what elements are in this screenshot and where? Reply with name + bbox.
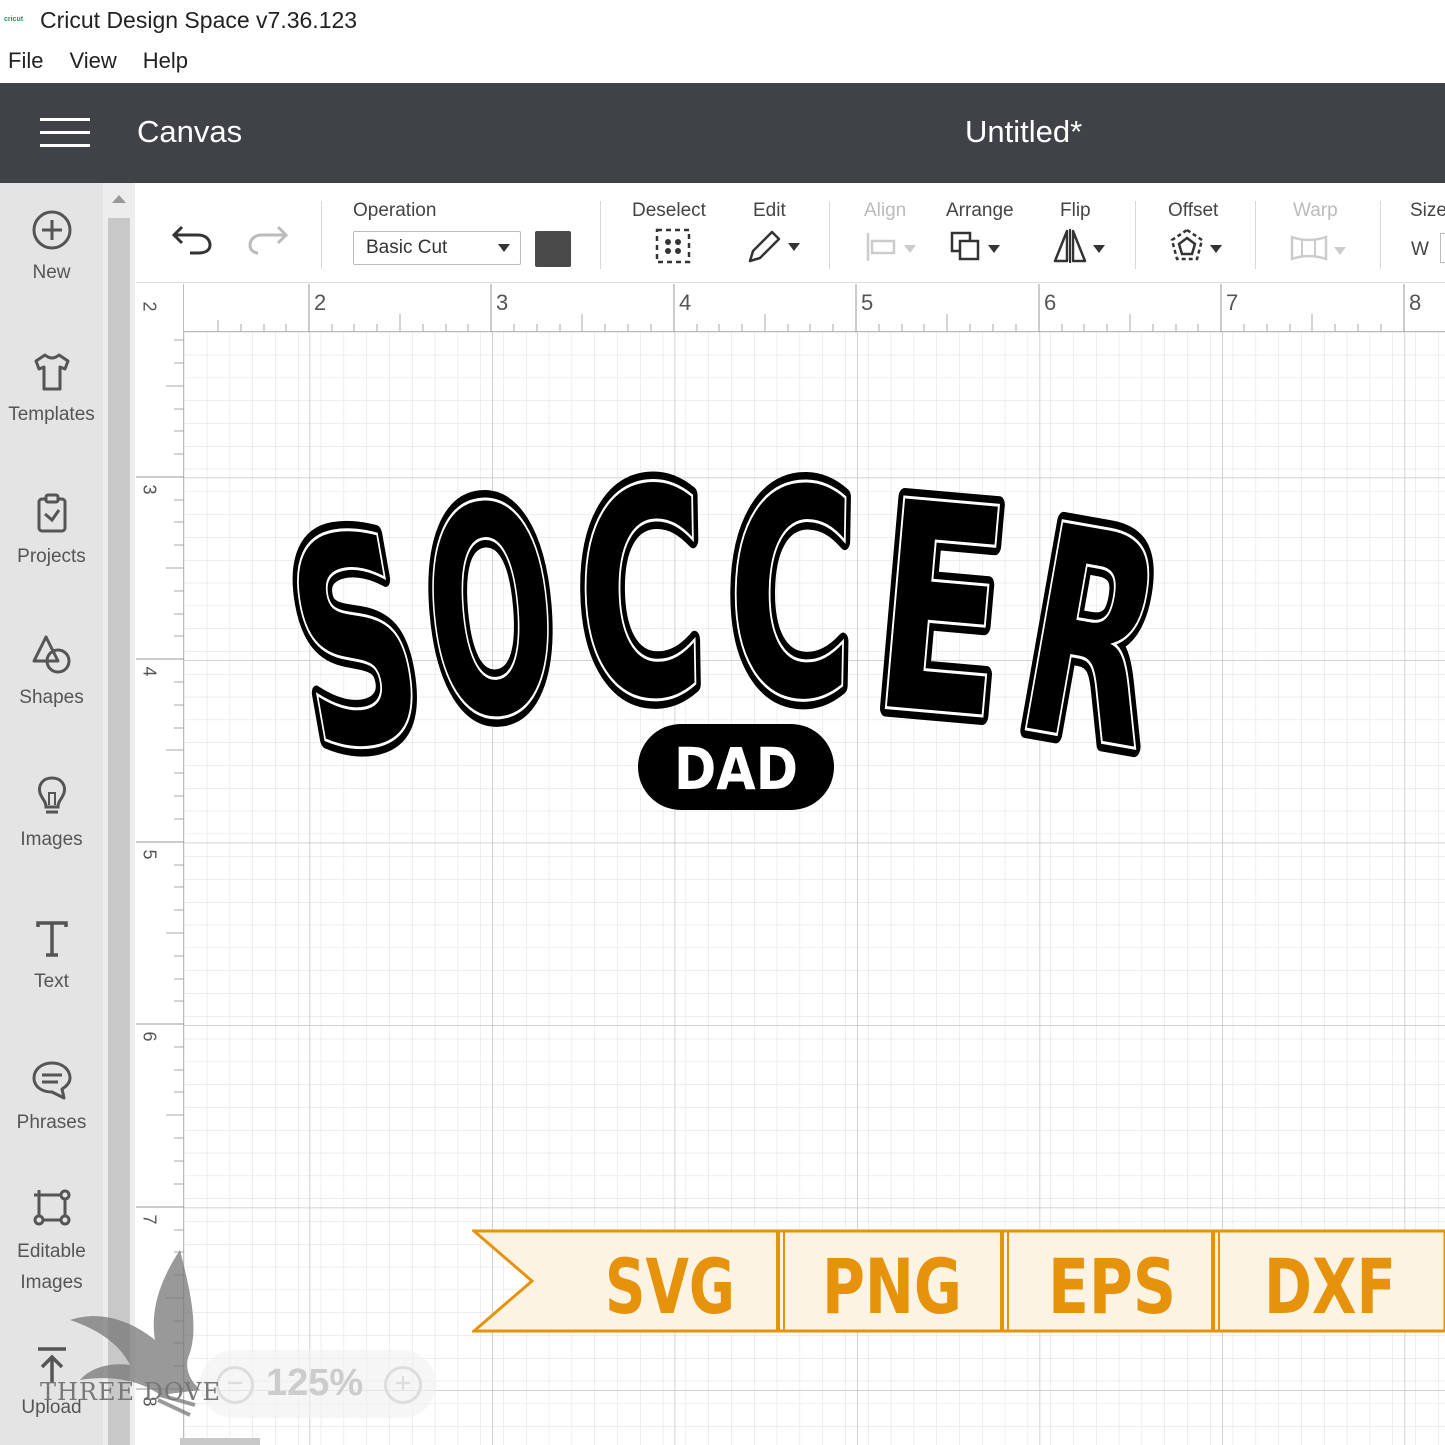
edit-pencil-icon[interactable] — [746, 227, 804, 265]
text-t-icon — [35, 921, 68, 957]
ruler-left-label: 4 — [139, 666, 160, 677]
sidebar-item-label: Text — [34, 971, 69, 992]
ruler-left-label: 7 — [139, 1214, 160, 1225]
operation-label: Operation — [353, 200, 437, 221]
watermark-text: THREE DOVE — [40, 1378, 222, 1406]
size-width-label: W — [1411, 239, 1429, 260]
design-letter: C — [574, 434, 708, 766]
redo-icon[interactable] — [246, 221, 290, 257]
clipboard-icon — [37, 493, 66, 533]
menu-help[interactable]: Help — [143, 48, 188, 74]
format-banner: SVG PNG EPS DXF — [472, 1229, 1445, 1333]
app-header: Canvas Untitled* — [0, 83, 1445, 183]
ruler-left-label: 2 — [139, 301, 160, 312]
color-swatch[interactable] — [535, 231, 571, 267]
sidebar-item-label: Shapes — [19, 687, 84, 708]
edit-toolbar: Operation Basic Cut Deselect Edit Align … — [136, 183, 1445, 283]
chevron-down-icon — [498, 244, 510, 252]
sidebar-item-shapes[interactable]: Shapes — [0, 633, 103, 713]
speech-bubble-icon — [32, 1061, 71, 1100]
menu-file[interactable]: File — [8, 48, 43, 74]
sidebar-item-label: Images — [20, 829, 83, 850]
ruler-left-label: 3 — [139, 484, 160, 495]
menu-bar: File View Help — [0, 40, 206, 82]
ruler-left-label: 6 — [139, 1031, 160, 1042]
tshirt-icon — [34, 353, 69, 391]
warp-icon[interactable] — [1288, 227, 1350, 265]
ruler-top-label: 7 — [1226, 290, 1239, 315]
flip-icon[interactable] — [1051, 227, 1109, 265]
deselect-icon[interactable] — [654, 227, 692, 265]
ruler-top-label: 6 — [1044, 290, 1057, 315]
section-title: Canvas — [137, 114, 243, 149]
design-letter: R — [999, 462, 1186, 816]
menu-view[interactable]: View — [69, 48, 116, 74]
sidebar-item-projects[interactable]: Projects — [0, 492, 103, 572]
undo-icon[interactable] — [170, 221, 214, 257]
sidebar-item-templates[interactable]: Templates — [0, 350, 103, 430]
size-width-input[interactable] — [1440, 233, 1445, 263]
operation-value: Basic Cut — [366, 237, 448, 258]
hamburger-menu-icon[interactable] — [40, 118, 90, 148]
offset-icon[interactable] — [1168, 227, 1226, 265]
sidebar-item-label: Templates — [8, 404, 95, 425]
ruler-top-label: 3 — [496, 290, 509, 315]
plus-circle-icon — [32, 210, 71, 250]
sidebar-item-images[interactable]: Images — [0, 775, 103, 855]
warp-label: Warp — [1293, 200, 1338, 221]
format-png: PNG — [822, 1242, 962, 1331]
format-dxf: DXF — [1264, 1242, 1396, 1331]
sidebar-item-new[interactable]: New — [0, 208, 103, 288]
sidebar-item-label: Projects — [17, 546, 86, 567]
operation-select[interactable]: Basic Cut — [353, 231, 521, 265]
lightbulb-icon — [37, 776, 66, 814]
cricut-logo: cricut — [4, 16, 24, 23]
ruler-left-label: 5 — [139, 849, 160, 860]
ruler-top: 2 3 4 5 6 7 8 — [136, 284, 1445, 332]
document-title[interactable]: Untitled* — [965, 114, 1082, 150]
editable-image-icon — [33, 1189, 70, 1226]
design-letter: C — [724, 434, 858, 766]
arrange-icon[interactable] — [948, 227, 1004, 265]
sidebar-item-label: New — [32, 262, 71, 283]
arrange-label: Arrange — [946, 200, 1014, 221]
align-icon[interactable] — [864, 227, 920, 265]
flip-label: Flip — [1060, 200, 1091, 221]
offset-label: Offset — [1168, 200, 1219, 221]
design-letter: E — [863, 439, 1020, 786]
deselect-label: Deselect — [632, 200, 706, 221]
format-eps: EPS — [1048, 1242, 1176, 1331]
sidebar-item-phrases[interactable]: Phrases — [0, 1058, 103, 1138]
shapes-icon — [32, 635, 70, 674]
size-label: Size — [1410, 200, 1445, 221]
sidebar-item-label: Phrases — [16, 1112, 87, 1133]
title-bar: cricut Cricut Design Space v7.36.123 — [0, 0, 1445, 40]
format-svg: SVG — [605, 1242, 735, 1331]
zoom-in-icon[interactable]: + — [384, 1366, 422, 1404]
ruler-top-label: 4 — [679, 290, 692, 315]
ruler-top-label: 8 — [1409, 290, 1422, 315]
zoom-value: 125% — [266, 1362, 364, 1404]
ruler-top-label: 5 — [861, 290, 874, 315]
soccer-dad-design[interactable]: S O C C E R S O C C E R DAD — [276, 434, 1276, 994]
ruler-top-label: 2 — [314, 290, 327, 315]
align-label: Align — [864, 200, 907, 221]
sidebar-item-text[interactable]: Text — [0, 917, 103, 997]
canvas-hscroll-thumb[interactable] — [180, 1438, 260, 1445]
app-title: Cricut Design Space v7.36.123 — [40, 6, 358, 33]
edit-label: Edit — [753, 200, 786, 221]
design-letter: O — [413, 441, 570, 788]
scroll-up-icon[interactable] — [112, 195, 126, 203]
design-sub-text: DAD — [674, 735, 798, 803]
